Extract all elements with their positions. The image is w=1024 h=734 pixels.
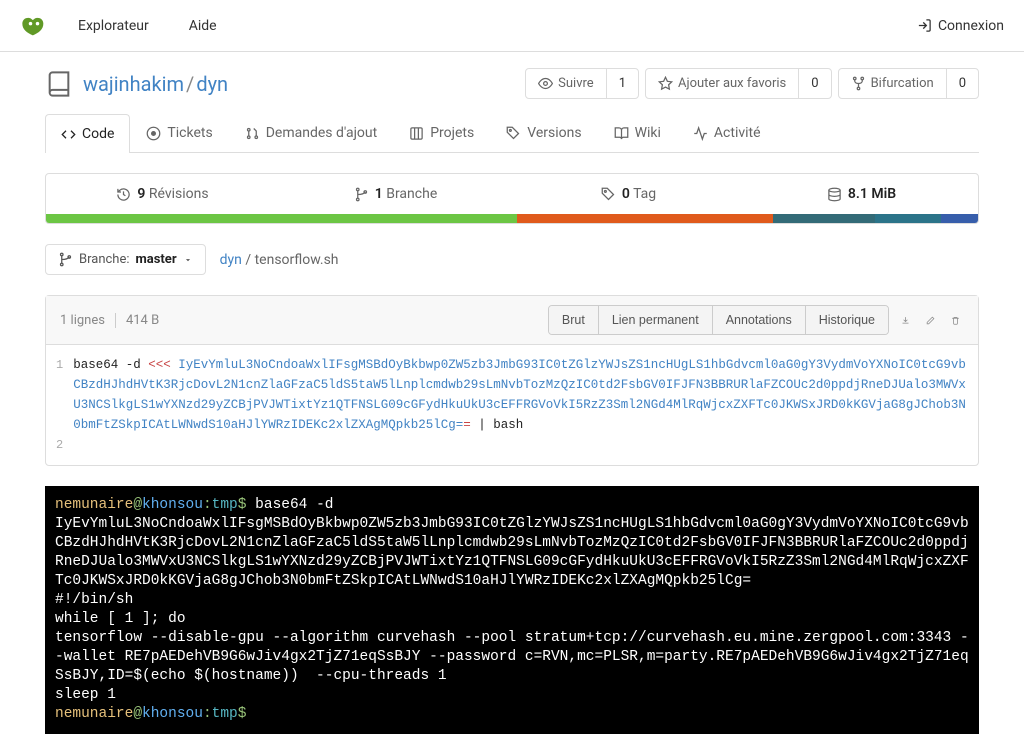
chevron-down-icon — [183, 255, 193, 265]
line-numbers: 1 2 — [46, 351, 73, 459]
watch-count: 1 — [606, 69, 638, 98]
history-button[interactable]: Historique — [806, 306, 888, 334]
file-meta: 1 lignes 414 B — [60, 313, 159, 328]
repo-stats: 9 Révisions 1 Branche 0 Tag 8.1 MiB — [45, 173, 979, 224]
code-content: base64 -d <<< IyEvYmluL3NoCndoaWxlIFsgMS… — [73, 351, 978, 459]
tags-stat[interactable]: 0 Tag — [512, 186, 745, 202]
fork-button[interactable]: Bifurcation 0 — [838, 68, 979, 99]
terminal-output: #!/bin/sh — [55, 592, 133, 608]
repo-title: wajinhakim/dyn — [83, 72, 228, 96]
tab-issues[interactable]: Tickets — [130, 113, 228, 152]
path-file: tensorflow.sh — [255, 252, 339, 268]
branch-selector[interactable]: Branche: master — [45, 244, 206, 275]
file-size: 414 B — [126, 313, 159, 328]
path-root[interactable]: dyn — [220, 252, 242, 268]
tab-projects[interactable]: Projets — [393, 113, 490, 152]
terminal-command: base64 -d — [246, 497, 333, 513]
branch-prefix: Branche: — [79, 252, 130, 267]
watch-label: Suivre — [558, 76, 594, 91]
repo-owner-link[interactable]: wajinhakim — [83, 72, 184, 96]
download-icon[interactable] — [897, 312, 914, 329]
blame-button[interactable]: Annotations — [713, 306, 806, 334]
tags-icon — [601, 187, 616, 202]
watch-button[interactable]: Suivre 1 — [525, 68, 639, 99]
tab-activity[interactable]: Activité — [677, 113, 777, 152]
login-label: Connexion — [938, 18, 1004, 34]
star-icon — [658, 76, 673, 91]
star-button[interactable]: Ajouter aux favoris 0 — [645, 68, 832, 99]
delete-icon[interactable] — [947, 312, 964, 329]
gitea-logo[interactable] — [20, 12, 48, 40]
top-nav: Explorateur Aide Connexion — [0, 0, 1024, 52]
login-icon — [917, 18, 932, 33]
language-bar — [46, 214, 978, 223]
tab-releases[interactable]: Versions — [490, 113, 597, 152]
nav-explorer[interactable]: Explorateur — [78, 18, 149, 34]
raw-button[interactable]: Brut — [549, 306, 599, 334]
project-icon — [409, 126, 424, 141]
breadcrumb: dyn / tensorflow.sh — [220, 252, 339, 268]
fork-count: 0 — [946, 69, 978, 98]
terminal: nemunaire@khonsou:tmp$ base64 -d IyEvYml… — [45, 486, 979, 734]
repo-icon — [45, 70, 73, 98]
branch-icon — [58, 252, 73, 267]
fork-label: Bifurcation — [871, 76, 934, 91]
code-icon — [61, 127, 76, 142]
tab-code[interactable]: Code — [45, 114, 130, 153]
fork-icon — [851, 76, 866, 91]
permalink-button[interactable]: Lien permanent — [599, 306, 713, 334]
size-stat: 8.1 MiB — [745, 186, 978, 202]
slash: / — [186, 72, 194, 96]
activity-icon — [693, 126, 708, 141]
repo-tabs: Code Tickets Demandes d'ajout Projets Ve… — [45, 113, 979, 153]
history-icon — [116, 187, 131, 202]
repo-header: wajinhakim/dyn Suivre 1 Ajouter aux favo… — [45, 68, 979, 99]
tab-pulls[interactable]: Demandes d'ajout — [229, 113, 394, 152]
login-link[interactable]: Connexion — [917, 18, 1004, 34]
file-view: 1 lignes 414 B Brut Lien permanent Annot… — [45, 295, 979, 466]
branches-stat[interactable]: 1 Branche — [279, 186, 512, 202]
branch-icon — [354, 187, 369, 202]
nav-help[interactable]: Aide — [189, 18, 217, 34]
branch-name: master — [136, 252, 177, 267]
book-icon — [614, 126, 629, 141]
star-label: Ajouter aux favoris — [678, 76, 786, 91]
edit-icon[interactable] — [922, 312, 939, 329]
tag-icon — [506, 126, 521, 141]
database-icon — [827, 187, 842, 202]
commits-stat[interactable]: 9 Révisions — [46, 186, 279, 202]
pull-icon — [245, 126, 260, 141]
issue-icon — [146, 126, 161, 141]
terminal-input: IyEvYmluL3NoCndoaWxlIFsgMSBdOyBkbwp0ZW5z… — [55, 516, 969, 589]
star-count: 0 — [798, 69, 830, 98]
tab-wiki[interactable]: Wiki — [598, 113, 677, 152]
eye-icon — [538, 76, 553, 91]
repo-name-link[interactable]: dyn — [196, 72, 228, 96]
file-lines: 1 lignes — [60, 313, 116, 328]
